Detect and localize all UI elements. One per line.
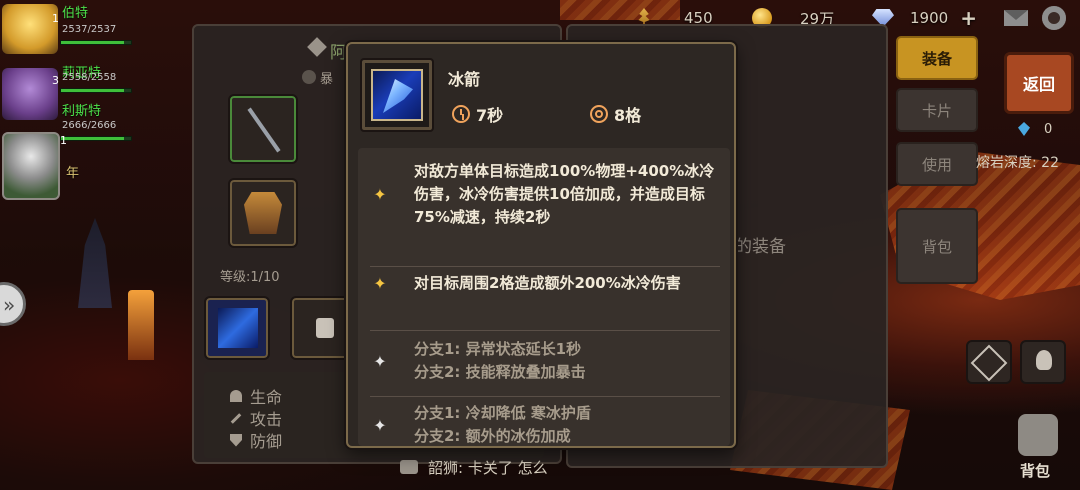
branch-text: 分支2: 额外的冰伤加成 xyxy=(414,427,571,445)
hp-bar xyxy=(60,40,132,45)
backpack-label: 背包 xyxy=(1020,462,1051,480)
backpack-icon xyxy=(1018,414,1058,456)
crossed-icon xyxy=(970,344,1008,382)
tab-cards[interactable]: 卡片 xyxy=(896,88,978,132)
target-icon xyxy=(590,105,608,123)
tab-label: 装备 xyxy=(921,49,952,68)
torch xyxy=(128,290,154,360)
lava-depth-label: 熔岩深度: 22 xyxy=(976,155,1059,171)
member-name: 伯特 xyxy=(62,6,89,21)
item-title: 阿 xyxy=(330,43,347,63)
avatar xyxy=(2,132,60,200)
return-label: 返回 xyxy=(1022,75,1055,94)
skill-tooltip: 冰箭 7秒 8格 ✦ 对敌方单体目标造成100%物理+400%冰冷伤害，冰冷伤害… xyxy=(346,42,736,448)
crit-label: 暴 xyxy=(320,72,334,87)
tab-backpack[interactable]: 背包 xyxy=(896,208,978,284)
skill-description: ✦ 对敌方单体目标造成100%物理+400%冰冷伤害，冰冷伤害提供10倍加成，并… xyxy=(358,148,730,446)
skill-entry: ✦ 分支1: 异常状态延长1秒 分支2: 技能释放叠加暴击 xyxy=(370,338,720,384)
gear-icon[interactable] xyxy=(1042,6,1066,30)
crossed-tools-button[interactable] xyxy=(966,340,1012,384)
weapon-slot[interactable] xyxy=(228,94,298,164)
heart-icon xyxy=(230,390,242,402)
level-label: 等级:1/10 xyxy=(220,270,280,285)
crystal-icon xyxy=(1018,122,1030,136)
ice-arrow-icon xyxy=(371,69,423,121)
cooldown-stat: 7秒 xyxy=(452,102,503,126)
stat-hp: 生命 xyxy=(230,384,282,408)
member-level: 1 xyxy=(60,134,67,147)
stat-label: 生命 xyxy=(250,388,283,407)
tab-label: 卡片 xyxy=(921,101,952,120)
stat-defense: 防御 xyxy=(230,428,282,452)
armor-slot[interactable] xyxy=(228,178,298,248)
divider xyxy=(370,330,720,331)
chat-message: 韶狮: 卡关了 怎么 xyxy=(428,458,548,477)
hp-bar xyxy=(60,88,132,93)
skill-entry: ✦ 对目标周围2格造成额外200%冰冷伤害 xyxy=(370,272,720,295)
gold-star-icon: ✦ xyxy=(373,185,387,204)
skill-name: 冰箭 xyxy=(448,70,481,89)
divider xyxy=(370,396,720,397)
member-level: 1 xyxy=(52,12,59,25)
return-button[interactable]: 返回 xyxy=(1004,52,1074,114)
silver-star-icon: ✦ xyxy=(373,351,387,371)
stat-label: 防御 xyxy=(250,432,283,451)
lock-icon xyxy=(316,318,334,338)
cooldown-value: 7秒 xyxy=(476,106,504,125)
tab-label: 背包 xyxy=(921,237,952,256)
silver-star-icon: ✦ xyxy=(373,415,387,435)
divider xyxy=(370,266,720,267)
scroll-left-button[interactable]: » xyxy=(0,282,26,326)
branch-text: 分支1: 异常状态延长1秒 xyxy=(414,340,582,358)
skill-icon-frame xyxy=(360,58,434,132)
armor-icon xyxy=(244,192,282,234)
range-value: 8格 xyxy=(614,106,642,125)
gem-value: 1900 xyxy=(910,9,949,27)
chat-icon xyxy=(400,460,418,474)
member-hp: 2558/2558 xyxy=(62,72,117,83)
avatar xyxy=(2,4,58,54)
entry-text: 对敌方单体目标造成100%物理+400%冰冷伤害，冰冷伤害提供10倍加成，并造成… xyxy=(414,162,715,226)
tab-use[interactable]: 使用 xyxy=(896,142,978,186)
hint-button[interactable] xyxy=(1020,340,1066,384)
skill-slot[interactable] xyxy=(204,296,270,360)
crystal-count: 0 xyxy=(1044,122,1053,137)
stat-label: 攻击 xyxy=(250,410,283,429)
tab-label: 使用 xyxy=(921,155,952,174)
member-name: 利斯特 xyxy=(62,104,102,119)
stat-attack: 攻击 xyxy=(230,406,282,430)
sword-icon xyxy=(230,412,242,424)
entry-text: 对目标周围2格造成额外200%冰冷伤害 xyxy=(414,274,681,292)
member-level: 3 xyxy=(52,74,59,87)
chevron-right-icon: » xyxy=(3,293,16,317)
skill-entry: ✦ 对敌方单体目标造成100%物理+400%冰冷伤害，冰冷伤害提供10倍加成，并… xyxy=(370,160,720,229)
member-hp: 2666/2666 xyxy=(62,120,117,131)
skill-entry: ✦ 分支1: 冷却降低 寒冰护盾 分支2: 额外的冰伤加成 xyxy=(370,402,720,446)
clock-icon xyxy=(452,105,470,123)
branch-text: 分支1: 冷却降低 寒冰护盾 xyxy=(414,404,591,422)
backpack-button[interactable]: 背包 xyxy=(1006,410,1072,488)
branch-text: 分支2: 技能释放叠加暴击 xyxy=(414,363,586,381)
gem-counter: 1900 + xyxy=(872,6,977,30)
ice-arrow-icon xyxy=(218,308,258,348)
tab-equip[interactable]: 装备 xyxy=(896,36,978,80)
add-gems-button[interactable]: + xyxy=(960,6,977,30)
rock-spire xyxy=(78,218,112,308)
member-name: 年 xyxy=(66,166,80,181)
gold-star-icon: ✦ xyxy=(373,274,387,293)
shield-icon xyxy=(230,433,242,447)
party-member-1[interactable]: 1 伯特 2537/2537 xyxy=(0,2,135,54)
mail-icon[interactable] xyxy=(1004,10,1028,26)
range-stat: 8格 xyxy=(590,102,641,126)
member-hp: 2537/2537 xyxy=(62,24,117,35)
staff-icon xyxy=(247,107,281,153)
edit-icon[interactable] xyxy=(307,37,327,57)
lightbulb-icon xyxy=(1036,350,1052,370)
chat-line[interactable]: 韶狮: 卡关了 怎么 xyxy=(400,452,700,482)
party-member-4[interactable]: 1 年 xyxy=(0,132,135,202)
info-icon xyxy=(302,70,316,84)
